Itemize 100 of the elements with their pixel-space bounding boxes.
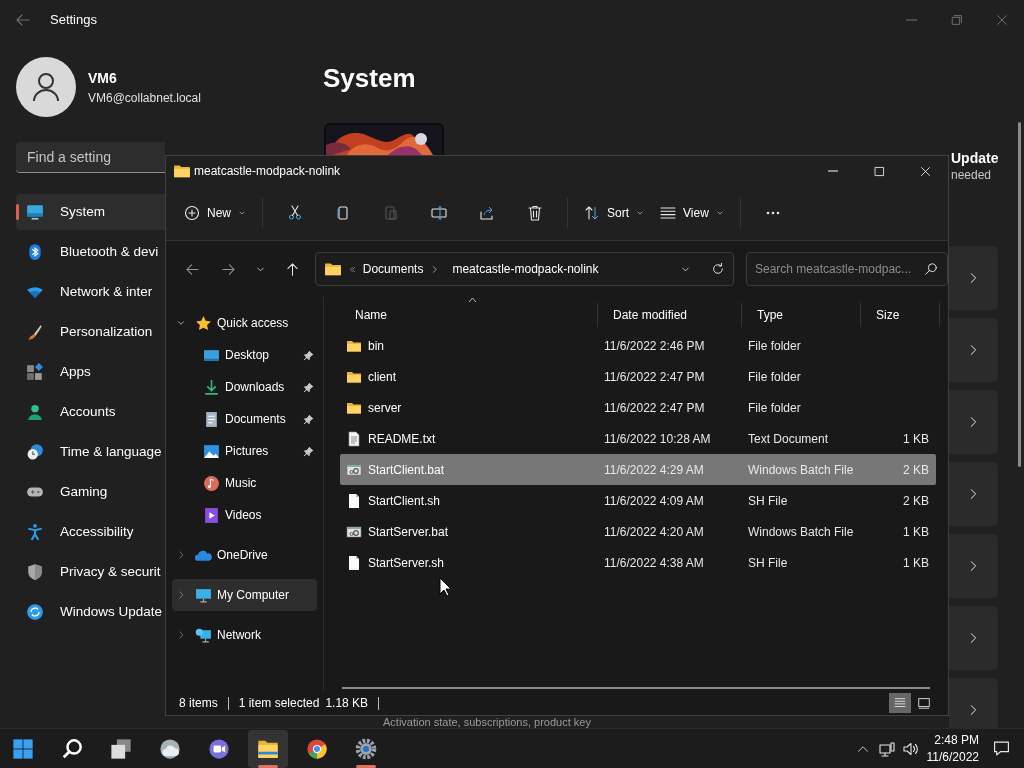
sort-button[interactable]: Sort — [576, 195, 653, 231]
gear-icon — [355, 737, 377, 760]
tree-item[interactable]: Desktop — [172, 339, 317, 371]
nav-item[interactable]: System — [16, 194, 165, 230]
tiles-view-icon — [917, 696, 931, 710]
computer-icon — [195, 586, 212, 604]
nav-item[interactable]: Windows Update — [16, 594, 165, 630]
tree-item[interactable]: Quick access — [172, 307, 317, 339]
nav-item[interactable]: Gaming — [16, 474, 165, 510]
tree-item[interactable]: Network — [172, 619, 317, 651]
table-cell-text: File folder — [747, 337, 802, 355]
file-row[interactable]: README.txt 11/6/2022 10:28 AM Text Document 1 KB — [340, 423, 936, 454]
address-bar[interactable]: Documents meatcastle-modpack-nolink — [314, 252, 734, 286]
rename-icon — [431, 205, 447, 221]
file-row[interactable]: StartClient.bat 11/6/2022 4:29 AM Windows Batch File 2 KB — [340, 454, 936, 485]
copy-icon — [335, 205, 351, 221]
breadcrumb[interactable]: Documents — [362, 260, 424, 278]
column-header[interactable]: Size — [860, 303, 940, 327]
column-header[interactable]: Type — [741, 303, 860, 327]
maximize-icon — [872, 164, 886, 178]
speaker-icon — [902, 740, 919, 757]
table-cell-text: 11/6/2022 2:47 PM — [603, 368, 706, 386]
brush-icon — [26, 323, 44, 341]
column-header[interactable]: Date modified — [597, 303, 741, 327]
back-arrow-icon — [15, 12, 31, 28]
minimize-icon — [906, 19, 917, 21]
column-header[interactable]: Name — [340, 303, 597, 327]
up-arrow-icon — [285, 261, 301, 277]
details-view-icon — [893, 696, 907, 710]
lines-icon — [660, 205, 677, 221]
user-name: VM6 — [88, 68, 118, 88]
nav-item[interactable]: Network & inter — [16, 274, 165, 310]
nav-item[interactable]: Apps — [16, 354, 165, 390]
table-cell-text: 11/6/2022 4:09 AM — [603, 492, 705, 510]
window-title: meatcastle-modpack-nolink — [194, 163, 341, 180]
close-icon — [918, 164, 932, 178]
file-name: StartServer.bat — [368, 523, 449, 541]
search-icon — [924, 262, 938, 276]
close-icon — [994, 13, 1009, 27]
network-icon — [195, 626, 212, 644]
tree-item[interactable]: My Computer — [172, 579, 317, 611]
tree-item[interactable]: OneDrive — [172, 539, 317, 571]
windows-logo-icon — [12, 737, 34, 760]
cloud-icon — [159, 737, 181, 760]
card-title: Update — [951, 149, 999, 167]
table-cell-text: 11/6/2022 4:38 AM — [603, 554, 705, 572]
file-row[interactable]: StartServer.bat 11/6/2022 4:20 AM Windows Batch File 1 KB — [340, 516, 936, 547]
file-row[interactable]: StartServer.sh 11/6/2022 4:38 AM SH File 1 KB — [340, 547, 936, 578]
clipboard-icon — [383, 205, 399, 221]
file-row[interactable]: bin 11/6/2022 2:46 PM File folder — [340, 330, 936, 361]
tree-item[interactable]: Downloads — [172, 371, 317, 403]
breadcrumb[interactable]: meatcastle-modpack-nolink — [452, 260, 599, 278]
accessibility-icon — [26, 523, 44, 541]
tree-item[interactable]: Videos — [172, 499, 317, 531]
browser-icon — [306, 737, 328, 760]
new-button[interactable]: New — [176, 195, 254, 231]
file-name: StartClient.bat — [368, 461, 445, 479]
file-row[interactable]: client 11/6/2022 2:47 PM File folder — [340, 361, 936, 392]
nav-item[interactable]: Accounts — [16, 394, 165, 430]
nav-item[interactable]: Accessibility — [16, 514, 165, 550]
tree-item[interactable]: Documents — [172, 403, 317, 435]
user-email: VM6@collabnet.local — [88, 89, 201, 107]
status-text: 8 items — [179, 695, 218, 712]
search-field[interactable]: Search meatcastle-modpac... — [746, 252, 948, 286]
person-icon — [30, 71, 62, 103]
file-name: bin — [368, 337, 384, 355]
batch-file-icon — [346, 523, 362, 540]
table-cell-text: Windows Batch File — [747, 461, 855, 479]
text-file-icon — [346, 430, 362, 447]
sort-icon — [584, 205, 600, 221]
nav-item[interactable]: Personalization — [16, 314, 165, 350]
clock[interactable]: 2:48 PM 11/6/2022 — [926, 731, 979, 766]
file-row[interactable]: StartClient.sh 11/6/2022 4:09 AM SH File 2 KB — [340, 485, 936, 516]
card-description: Activation state, subscriptions, product key — [383, 716, 591, 728]
taskbar-button[interactable] — [248, 729, 288, 768]
table-cell-text: SH File — [747, 554, 789, 572]
picture-icon — [203, 442, 220, 460]
download-icon — [203, 378, 220, 396]
status-text: 1 item selected — [238, 695, 320, 712]
search-field[interactable]: Find a setting — [16, 142, 165, 173]
chevron-icon — [430, 264, 440, 274]
running-indicator — [356, 764, 376, 768]
double-chevron-icon — [347, 264, 357, 274]
tree-item[interactable]: Pictures — [172, 435, 317, 467]
nav-item[interactable]: Time & language — [16, 434, 165, 470]
star-icon — [195, 314, 212, 332]
document-icon — [203, 410, 220, 428]
horizontal-scrollbar[interactable] — [342, 687, 930, 689]
view-button[interactable]: View — [652, 195, 732, 231]
file-row[interactable]: server 11/6/2022 2:47 PM File folder — [340, 392, 936, 423]
plus-circle-icon — [184, 205, 200, 221]
notification-icon — [993, 740, 1010, 757]
nav-item[interactable]: Bluetooth & devi — [16, 234, 165, 270]
caret-icon — [636, 209, 645, 217]
scrollbar[interactable] — [1018, 122, 1021, 467]
table-cell-text: 11/6/2022 4:29 AM — [603, 461, 705, 479]
status-text: 1.18 KB — [325, 695, 369, 712]
tree-item[interactable]: Music — [172, 467, 317, 499]
nav-item[interactable]: Privacy & securit — [16, 554, 165, 590]
table-cell-text: 11/6/2022 4:20 AM — [603, 523, 705, 541]
